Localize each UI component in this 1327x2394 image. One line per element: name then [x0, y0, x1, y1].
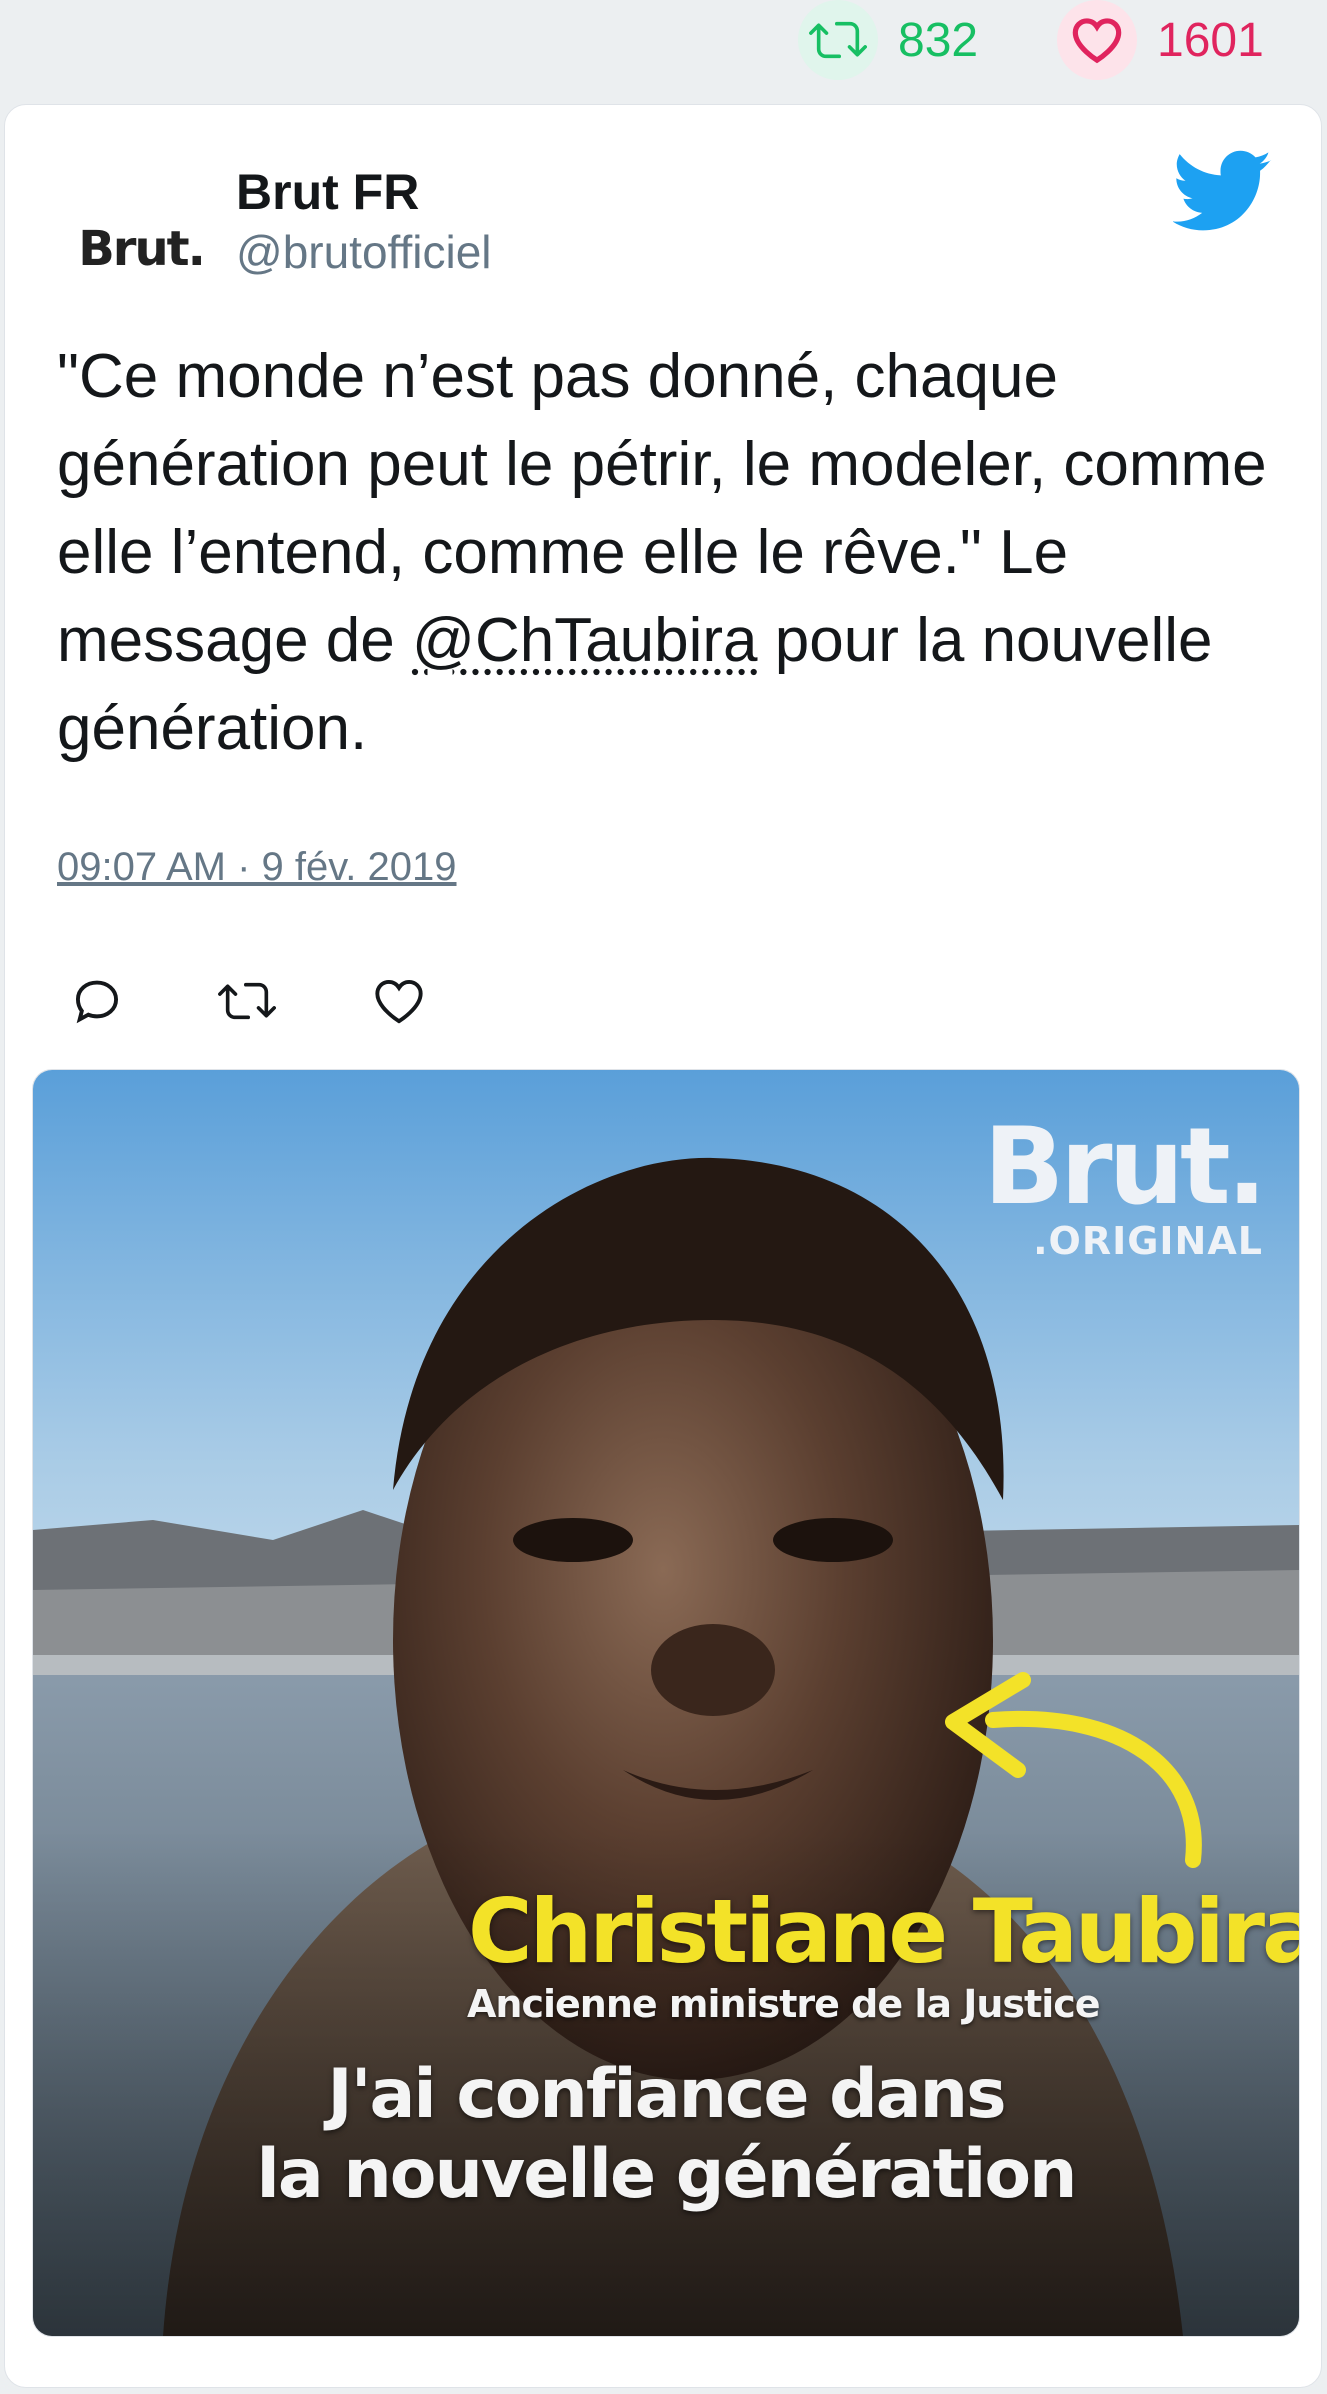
reply-button[interactable]: [57, 961, 137, 1041]
author-handle[interactable]: @brutofficiel: [236, 225, 492, 279]
caption-role: Ancienne ministre de la Justice: [467, 1982, 1101, 2026]
tweet-media-video[interactable]: Brut. .ORIGINAL Christiane Taubira Ancie…: [32, 1069, 1300, 2337]
tweet-timestamp[interactable]: 09:07 AM · 9 fév. 2019: [57, 845, 457, 890]
retweet-button[interactable]: [207, 961, 287, 1041]
caption-name: Christiane Taubira: [468, 1880, 1300, 1983]
brut-original-logo: Brut. .ORIGINAL: [983, 1105, 1267, 1261]
mention-link[interactable]: @ChTaubira: [412, 606, 758, 675]
avatar-logo: Brut.: [78, 221, 206, 277]
like-button[interactable]: [359, 961, 439, 1041]
heart-icon: [375, 979, 423, 1024]
retweet-count[interactable]: 832: [798, 0, 978, 80]
caption-quote: J'ai confiance dans la nouvelle générati…: [33, 2055, 1299, 2215]
retweet-icon: [218, 982, 276, 1020]
author-name[interactable]: Brut FR: [236, 163, 419, 221]
engagement-stats: 832 1601: [0, 0, 1327, 92]
like-count[interactable]: 1601: [1057, 0, 1264, 80]
retweet-icon: [798, 0, 878, 80]
tweet-text: "Ce monde n’est pas donné, chaque généra…: [57, 333, 1277, 773]
avatar[interactable]: Brut.: [57, 165, 225, 333]
brut-logo-text: Brut.: [983, 1105, 1267, 1228]
retweet-count-value: 832: [898, 13, 979, 67]
twitter-bird-icon[interactable]: [1172, 149, 1273, 235]
like-count-value: 1601: [1157, 13, 1264, 67]
tweet-card: Brut. Brut FR @brutofficiel "Ce monde n’…: [4, 104, 1322, 2388]
heart-icon: [1057, 0, 1137, 80]
caption-quote-line: J'ai confiance dans: [327, 2055, 1006, 2134]
caption-quote-line: la nouvelle génération: [256, 2135, 1078, 2214]
reply-icon: [75, 980, 119, 1024]
